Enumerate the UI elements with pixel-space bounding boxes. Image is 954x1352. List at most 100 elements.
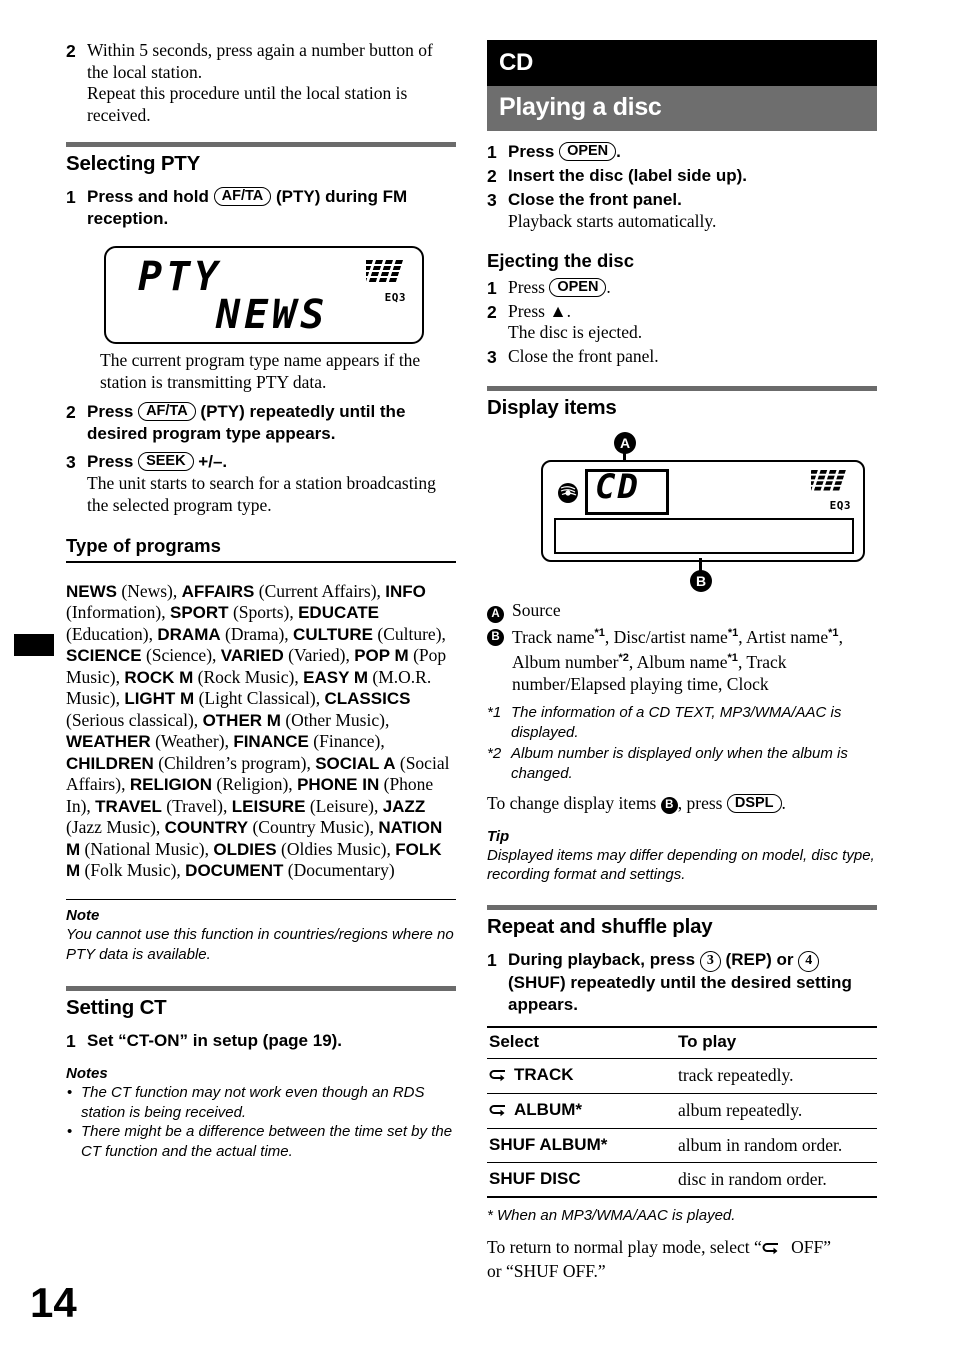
lcd-caption: The current program type name appears if… (100, 350, 421, 392)
program-code: VARIED (220, 646, 284, 665)
manual-page: 2 Within 5 seconds, press again a number… (0, 0, 954, 1352)
step-text-post: +/–. (198, 452, 228, 471)
cell-select: TRACK (487, 1058, 676, 1094)
change-text-post: . (781, 793, 786, 814)
display-items-definitions: A Source B Track name*1, Disc/artist nam… (487, 600, 877, 696)
step-press-hold-af-ta: 1 Press and hold AF/TA (PTY) during FM r… (66, 186, 456, 230)
cell-to-play: album repeatedly. (676, 1093, 877, 1129)
repeat-shuffle-table: Select To play TRACK track repeatedly. ALB… (487, 1025, 877, 1198)
open-button[interactable]: OPEN (549, 277, 607, 297)
program-description: (News), (117, 580, 182, 601)
program-code: ROCK M (124, 667, 194, 687)
select-label: SHUF ALBUM (489, 1134, 601, 1154)
step-text-pre: Press (508, 276, 545, 297)
step-text-post: . (606, 276, 611, 297)
step-subtext: The unit starts to search for a station … (87, 473, 436, 515)
program-description: (Religion), (212, 774, 298, 794)
step-text-pre: Insert the disc (label side up). (508, 166, 747, 185)
info-field-box (554, 517, 854, 554)
step-text-post: (PTY) repeatedly until the desired progr… (87, 402, 406, 443)
step-press-open: 1 Press OPEN. (487, 141, 877, 163)
cell-select: SHUF DISC (487, 1162, 676, 1198)
closing-text-pre: To return to normal play mode, select “ (487, 1237, 762, 1258)
closing-text-mid: OFF” (786, 1237, 832, 1258)
program-code: AFFAIRS (181, 581, 255, 601)
select-label: SHUF DISC (489, 1168, 581, 1188)
program-description: (Other Music), (280, 709, 390, 730)
step-press-seek: 3 Press SEEK +/–. The unit starts to sea… (66, 451, 456, 516)
column-header-to-play: To play (676, 1025, 877, 1059)
eject-step-press-open: 1 Press OPEN. (487, 277, 877, 299)
footnote-text: The information of a CD TEXT, MP3/WMA/AA… (511, 704, 842, 741)
eq-indicator: EQ3 (811, 469, 851, 512)
section-heading-repeat-and-shuffle: Repeat and shuffle play (487, 914, 713, 938)
shuf-button[interactable]: 4 (798, 950, 820, 972)
seek-button[interactable]: SEEK (138, 452, 194, 471)
display-items-figure: A CD EQ3 B (511, 431, 871, 592)
step-number: 1 (66, 1031, 76, 1051)
step-text-post: . (616, 142, 621, 161)
subsection-heading-type-of-programs: Type of programs (66, 534, 456, 563)
chapter-thumb-tab (14, 634, 54, 656)
left-column: 2 Within 5 seconds, press again a number… (66, 40, 456, 1161)
section-rule (487, 904, 877, 910)
tip-text: Displayed items may differ depending on … (487, 846, 875, 884)
footnote-marker: *1 (594, 627, 605, 639)
program-code: POP M (354, 646, 409, 665)
note-block-pty: Note You cannot use this function in cou… (66, 899, 456, 964)
open-button[interactable]: OPEN (559, 142, 617, 161)
footnote-text: Album number is displayed only when the … (511, 745, 848, 782)
program-description: (Drama), (220, 623, 294, 644)
program-code: EASY M (303, 667, 369, 687)
display-items-footnotes: *1 The information of a CD TEXT, MP3/WMA… (487, 703, 877, 783)
program-description: (National Music), (80, 838, 214, 859)
eq-indicator: EQ3 (366, 260, 406, 304)
step-text-pre: Press (508, 142, 555, 161)
dspl-button[interactable]: DSPL (726, 794, 782, 814)
display-panel: CD EQ3 (541, 459, 865, 562)
af-ta-button[interactable]: AF/TA (138, 402, 196, 421)
step-text-post: (SHUF) repeatedly until the desired sett… (508, 972, 852, 1014)
step-number: 1 (487, 277, 497, 298)
program-description: (Travel), (161, 795, 232, 816)
program-code: WEATHER (66, 732, 151, 751)
section-rule (487, 385, 877, 391)
af-ta-button[interactable]: AF/TA (213, 187, 272, 206)
step-press-af-ta-repeatedly: 2 Press AF/TA (PTY) repeatedly until the… (66, 401, 456, 445)
footnote-marker: *2 (618, 652, 629, 665)
program-code: CHILDREN (66, 753, 154, 773)
program-description: (Folk Music), (80, 860, 186, 880)
section-rule (66, 142, 456, 147)
equalizer-bars-icon (811, 469, 846, 491)
footnote-marker: * (575, 1099, 583, 1119)
step-line-2: Repeat this procedure until the local st… (87, 83, 408, 125)
step-subtext: Playback starts automatically. (508, 211, 717, 231)
lcd-line-2: NEWS (216, 292, 329, 338)
program-description: (Light Classical), (194, 688, 325, 708)
program-code: SCIENCE (66, 646, 142, 665)
footnote-mark: *2 (487, 745, 502, 763)
badge-a: A (487, 605, 504, 623)
step-subtext: The disc is ejected. (508, 322, 643, 342)
eject-step-press-eject: 2 Press ▲. The disc is ejected. (487, 301, 877, 344)
section-banner-playing-a-disc: Playing a disc (487, 86, 877, 131)
rep-button[interactable]: 3 (699, 950, 721, 972)
step-press-rep-shuf: 1 During playback, press 3 (REP) or 4 (S… (487, 949, 877, 1016)
footnote-marker: *1 (727, 627, 739, 639)
program-description: (Weather), (150, 731, 234, 751)
note-heading: Note (66, 907, 100, 924)
closing-text-post: or “SHUF OFF.” (487, 1260, 606, 1281)
source-field-box: CD (585, 467, 669, 515)
disc-icon (558, 482, 578, 503)
footnote-marker: *1 (828, 627, 839, 639)
cell-to-play: track repeatedly. (676, 1058, 877, 1094)
program-code: OTHER M (202, 710, 281, 730)
section-heading-selecting-pty: Selecting PTY (66, 152, 201, 175)
cell-select: SHUF ALBUM* (487, 1128, 676, 1163)
step-close-front-panel: 3 Close the front panel. Playback starts… (487, 189, 877, 233)
lcd-display-figure: PTY NEWS EQ3 (104, 246, 424, 344)
callout-a: A (614, 431, 636, 454)
eq-label: EQ3 (384, 291, 406, 304)
program-code: PHONE IN (297, 775, 380, 794)
footnote-marker: *1 (727, 652, 738, 665)
